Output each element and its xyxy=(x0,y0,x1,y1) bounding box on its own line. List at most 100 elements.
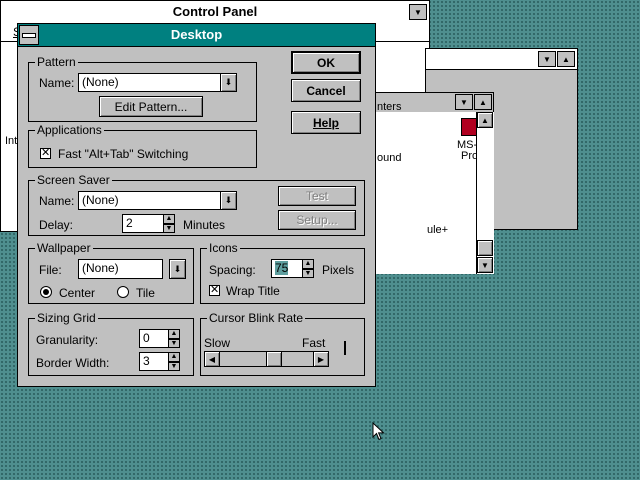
dropdown-arrow-icon: ⬇ xyxy=(224,195,233,205)
wallpaper-group-label: Wallpaper xyxy=(35,241,93,255)
blink-rate-thumb[interactable] xyxy=(266,351,282,367)
cancel-button[interactable]: Cancel xyxy=(291,79,361,102)
wallpaper-dropdown-arrow[interactable]: ⬇ xyxy=(169,259,186,279)
ok-label: OK xyxy=(317,55,335,70)
spin-down-icon[interactable]: ▼ xyxy=(168,361,180,371)
screen-saver-group-label: Screen Saver xyxy=(35,173,112,187)
icon-label-module[interactable]: ule+ xyxy=(427,223,448,237)
control-panel-title: Control Panel xyxy=(172,4,258,19)
right-window-minimize-button[interactable]: ▼ xyxy=(538,51,556,67)
center-radio[interactable] xyxy=(40,286,52,298)
spin-down-icon[interactable]: ▼ xyxy=(163,223,175,233)
blink-cursor-preview xyxy=(344,341,346,355)
fast-switching-label[interactable]: Fast "Alt+Tab" Switching xyxy=(58,147,188,161)
border-width-input[interactable]: 3 xyxy=(139,352,169,371)
ok-button[interactable]: OK xyxy=(291,51,361,74)
blink-scroll-right-button[interactable]: ▶ xyxy=(313,351,329,367)
scroll-down-button[interactable]: ▼ xyxy=(477,257,493,273)
desktop-dialog-titlebar[interactable]: Desktop xyxy=(18,24,375,47)
wallpaper-file-dropdown[interactable]: (None) xyxy=(78,259,163,279)
edit-pattern-button[interactable]: Edit Pattern... xyxy=(99,96,203,117)
center-label[interactable]: Center xyxy=(59,286,95,300)
spin-up-icon[interactable]: ▲ xyxy=(302,259,314,269)
dropdown-arrow-icon: ⬇ xyxy=(173,263,182,274)
triangle-up-icon: ▲ xyxy=(479,97,487,107)
icon-label-sound[interactable]: ound xyxy=(377,151,401,165)
mouse-pointer-icon xyxy=(372,422,385,441)
fast-switching-checkbox[interactable]: ✕ xyxy=(40,148,51,159)
control-panel-minimize-button[interactable]: ▼ xyxy=(409,4,427,20)
slow-label: Slow xyxy=(204,336,231,350)
screen-saver-name-label: Name: xyxy=(39,194,75,208)
group-window-content: MS- Pro ule+ nters ound xyxy=(373,101,478,274)
icons-group-label: Icons xyxy=(207,241,240,255)
delay-spinner[interactable]: ▲ ▼ xyxy=(163,214,175,233)
test-button[interactable]: Test xyxy=(278,186,356,206)
cursor-blink-group-label: Cursor Blink Rate xyxy=(207,311,306,325)
screen-saver-value: (None) xyxy=(82,193,119,207)
dropdown-arrow-icon: ⬇ xyxy=(224,77,233,87)
wallpaper-file-label: File: xyxy=(39,263,62,277)
triangle-up-icon: ▲ xyxy=(562,54,570,64)
border-width-label: Border Width: xyxy=(36,356,110,370)
screen-saver-dropdown[interactable]: (None) xyxy=(78,191,237,210)
delay-value: 2 xyxy=(126,216,133,230)
delay-input[interactable]: 2 xyxy=(122,214,164,233)
spacing-units: Pixels xyxy=(322,263,355,277)
spacing-input[interactable]: 75 xyxy=(271,259,303,278)
wrap-title-label[interactable]: Wrap Title xyxy=(226,284,280,298)
right-window-maximize-button[interactable]: ▲ xyxy=(557,51,575,67)
group-window-minimize-button[interactable]: ▼ xyxy=(455,94,473,110)
help-label: Help xyxy=(312,115,339,130)
desktop-dialog: Desktop OK Cancel Help Pattern Name: (No… xyxy=(17,23,376,387)
group-window-vscrollbar[interactable]: ▲ ▼ xyxy=(476,112,494,274)
scroll-up-button[interactable]: ▲ xyxy=(477,112,493,128)
border-width-spinner[interactable]: ▲ ▼ xyxy=(168,352,180,371)
spin-up-icon[interactable]: ▲ xyxy=(168,329,180,339)
fast-label: Fast xyxy=(302,336,326,350)
spacing-value: 75 xyxy=(275,261,289,275)
applications-group-label: Applications xyxy=(35,123,104,137)
pattern-name-label: Name: xyxy=(39,76,75,90)
ms-program-icon[interactable] xyxy=(461,118,477,136)
setup-button[interactable]: Setup... xyxy=(278,210,356,230)
granularity-label: Granularity: xyxy=(36,333,99,347)
pattern-group: Pattern Name: (None) ⬇ Edit Pattern... xyxy=(28,55,257,122)
test-label: Test xyxy=(305,189,328,203)
granularity-input[interactable]: 0 xyxy=(139,329,169,348)
tile-label[interactable]: Tile xyxy=(136,286,155,300)
triangle-down-icon: ▼ xyxy=(543,54,551,64)
blink-rate-scrollbar[interactable]: ◀ ▶ xyxy=(204,351,329,367)
pattern-dropdown-arrow[interactable]: ⬇ xyxy=(220,73,237,92)
blink-scroll-left-button[interactable]: ◀ xyxy=(204,351,220,367)
spin-down-icon[interactable]: ▼ xyxy=(168,338,180,348)
cursor-blink-group: Cursor Blink Rate Slow Fast ◀ ▶ xyxy=(200,311,365,376)
spin-down-icon[interactable]: ▼ xyxy=(302,268,314,278)
spacing-label: Spacing: xyxy=(209,263,256,277)
cancel-label: Cancel xyxy=(306,83,346,98)
screen-saver-dropdown-arrow[interactable]: ⬇ xyxy=(220,191,237,210)
wrap-title-checkbox[interactable]: ✕ xyxy=(209,285,220,296)
wallpaper-group: Wallpaper File: (None) ⬇ Center Tile xyxy=(28,241,194,304)
desktop-dialog-title: Desktop xyxy=(170,27,223,42)
control-panel-titlebar[interactable]: Control Panel xyxy=(1,1,429,24)
sizing-grid-group: Sizing Grid Granularity: 0 ▲ ▼ Border Wid… xyxy=(28,311,194,376)
spacing-spinner[interactable]: ▲ ▼ xyxy=(302,259,314,278)
granularity-value: 0 xyxy=(143,331,150,345)
help-button[interactable]: Help xyxy=(291,111,361,134)
scroll-thumb[interactable] xyxy=(477,240,493,256)
program-group-window: ▼ ▲ MS- Pro ule+ nters ound ▲ ▼ xyxy=(372,92,494,274)
spin-up-icon[interactable]: ▲ xyxy=(163,214,175,224)
icons-group: Icons Spacing: 75 ▲ ▼ Pixels ✕ Wrap Title xyxy=(200,241,365,304)
granularity-spinner[interactable]: ▲ ▼ xyxy=(168,329,180,348)
border-width-value: 3 xyxy=(143,354,150,368)
tile-radio[interactable] xyxy=(117,286,129,298)
pattern-name-dropdown[interactable]: (None) xyxy=(78,73,237,92)
spin-up-icon[interactable]: ▲ xyxy=(168,352,180,362)
group-window-maximize-button[interactable]: ▲ xyxy=(474,94,492,110)
icon-label-printers[interactable]: nters xyxy=(377,100,401,114)
pattern-group-label: Pattern xyxy=(35,55,78,69)
triangle-down-icon: ▼ xyxy=(414,7,422,17)
screen-saver-group: Screen Saver Name: (None) ⬇ Delay: 2 ▲ ▼ … xyxy=(28,173,365,236)
system-menu-button[interactable] xyxy=(19,25,39,45)
